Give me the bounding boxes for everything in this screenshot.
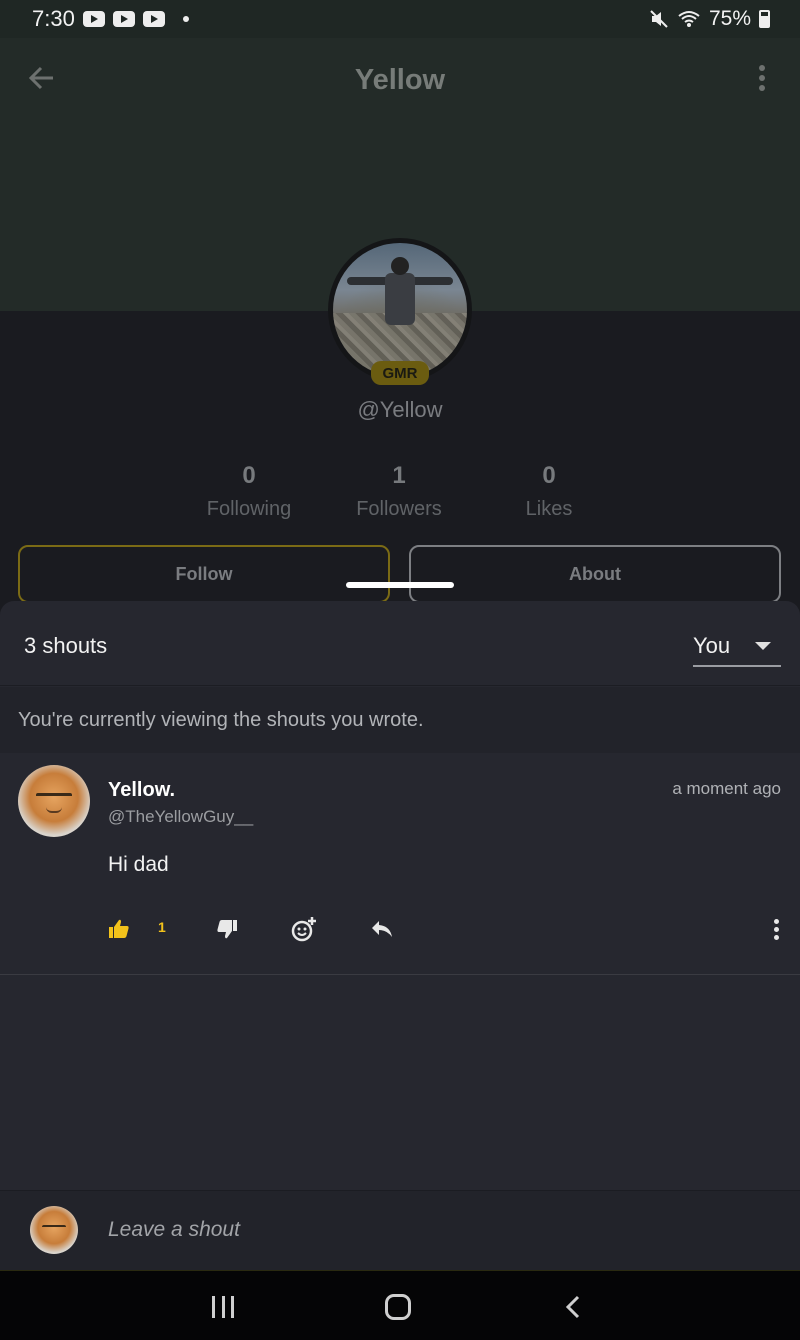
post-author-handle[interactable]: @TheYellowGuy__: [108, 807, 253, 827]
recent-apps-button[interactable]: [212, 1296, 234, 1318]
post-actions: 1: [108, 913, 788, 945]
profile-photo: [333, 243, 467, 377]
shouts-sheet: 3 shouts You You're currently viewing th…: [0, 601, 800, 1270]
dislike-button[interactable]: [216, 913, 238, 945]
stat-value: 0: [542, 462, 556, 489]
like-count: 1: [158, 919, 166, 935]
add-reaction-icon: [291, 917, 316, 942]
shout-input[interactable]: Leave a shout: [108, 1218, 240, 1242]
battery-icon: [759, 10, 770, 28]
stat-value: 1: [392, 462, 406, 489]
viewing-notice: You're currently viewing the shouts you …: [0, 687, 800, 753]
shouts-header: 3 shouts You: [0, 601, 800, 686]
page-title: Yellow: [354, 63, 446, 96]
reply-icon: [372, 921, 392, 937]
status-time: 7:30: [32, 6, 75, 31]
more-vertical-icon: [759, 65, 765, 71]
stat-label: Likes: [525, 498, 573, 520]
status-bar: 7:30 75%: [0, 0, 800, 38]
back-button[interactable]: [26, 62, 58, 94]
avatar[interactable]: [18, 765, 90, 837]
video-call-icon: [82, 11, 105, 27]
reply-button[interactable]: [370, 913, 394, 945]
stat-followers[interactable]: 1 Followers: [324, 462, 474, 521]
notification-dot-icon: [182, 16, 189, 22]
more-options-button[interactable]: [750, 62, 774, 94]
arrow-left-icon: [28, 66, 53, 90]
post-more-button[interactable]: [772, 917, 780, 941]
post-author-name[interactable]: Yellow.: [108, 779, 175, 802]
battery-percent: 75%: [708, 7, 751, 30]
thumbs-down-icon: [217, 920, 237, 939]
filter-value: You: [693, 633, 731, 658]
chevron-left-icon: [565, 1295, 580, 1319]
follow-button[interactable]: Follow: [18, 545, 390, 603]
recent-apps-icon: [212, 1296, 215, 1318]
about-button[interactable]: About: [409, 545, 781, 603]
post-timestamp: a moment ago: [672, 779, 781, 798]
more-vertical-icon: [773, 918, 779, 924]
mute-icon: [650, 10, 668, 28]
youtube-icon: [112, 11, 135, 27]
gmr-badge: GMR: [371, 361, 429, 385]
profile-stats: 0 Following 1 Followers 0 Likes: [174, 462, 624, 521]
youtube-icon-2: [142, 11, 165, 27]
stat-value: 0: [242, 462, 256, 489]
avatar: [30, 1206, 78, 1254]
home-button[interactable]: [385, 1294, 411, 1320]
stat-label: Following: [206, 498, 292, 520]
profile-handle: @Yellow: [357, 397, 443, 422]
drag-handle[interactable]: [346, 582, 454, 588]
like-button[interactable]: [108, 913, 130, 945]
add-reaction-button[interactable]: [290, 913, 318, 945]
system-back-button[interactable]: [564, 1295, 582, 1319]
top-app-bar: Yellow: [0, 48, 800, 112]
thumbs-up-icon: [109, 919, 129, 938]
wifi-icon: [678, 11, 700, 27]
chevron-down-icon: [755, 642, 771, 650]
system-nav-bar: [0, 1270, 800, 1340]
stat-label: Followers: [356, 498, 442, 520]
stat-likes[interactable]: 0 Likes: [474, 462, 624, 521]
shout-filter-dropdown[interactable]: You: [693, 627, 781, 667]
stat-following[interactable]: 0 Following: [174, 462, 324, 521]
shout-count: 3 shouts: [24, 633, 108, 658]
shout-post: Yellow. @TheYellowGuy__ a moment ago Hi …: [0, 753, 800, 975]
shout-composer[interactable]: Leave a shout: [0, 1190, 800, 1270]
post-text: Hi dad: [108, 853, 169, 876]
